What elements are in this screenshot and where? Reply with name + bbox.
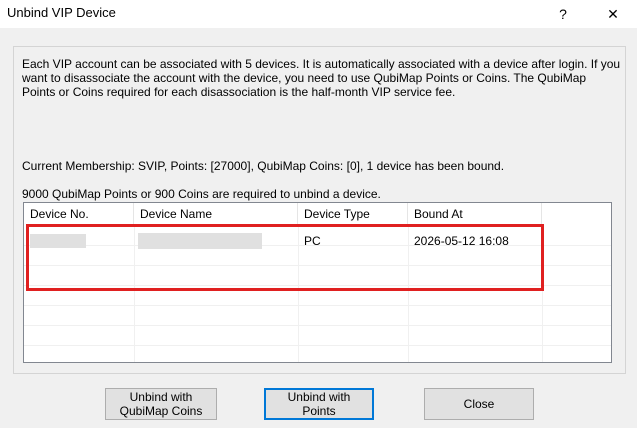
- title-bar: Unbind VIP Device ? ✕: [0, 0, 637, 28]
- description-text: Each VIP account can be associated with …: [22, 57, 621, 99]
- grid-line: [24, 325, 611, 326]
- unbind-cost: 9000 QubiMap Points or 900 Coins are req…: [22, 187, 381, 201]
- close-button[interactable]: Close: [424, 388, 534, 420]
- unbind-coins-button[interactable]: Unbind with QubiMap Coins: [105, 388, 217, 420]
- grid-line: [24, 285, 611, 286]
- column-bound-at[interactable]: Bound At: [408, 203, 542, 225]
- grid-line: [24, 265, 611, 266]
- grid-line: [24, 305, 611, 306]
- device-list[interactable]: Device No. Device Name Device Type Bound…: [23, 202, 612, 363]
- device-no-redacted: [30, 234, 86, 248]
- help-button[interactable]: ?: [546, 0, 580, 28]
- grid-line: [24, 345, 611, 346]
- column-device-no[interactable]: Device No.: [24, 203, 134, 225]
- membership-status: Current Membership: SVIP, Points: [27000…: [22, 159, 505, 173]
- unbind-points-button[interactable]: Unbind with Points: [264, 388, 374, 420]
- close-window-button[interactable]: ✕: [596, 0, 630, 28]
- close-icon: ✕: [607, 5, 619, 22]
- device-type-cell: PC: [304, 234, 321, 248]
- column-device-name[interactable]: Device Name: [134, 203, 298, 225]
- device-name-redacted: [138, 233, 262, 249]
- bound-at-cell: 2026-05-12 16:08: [414, 234, 509, 248]
- column-device-type[interactable]: Device Type: [298, 203, 408, 225]
- window-title: Unbind VIP Device: [7, 5, 116, 20]
- device-list-header: Device No. Device Name Device Type Bound…: [24, 203, 611, 225]
